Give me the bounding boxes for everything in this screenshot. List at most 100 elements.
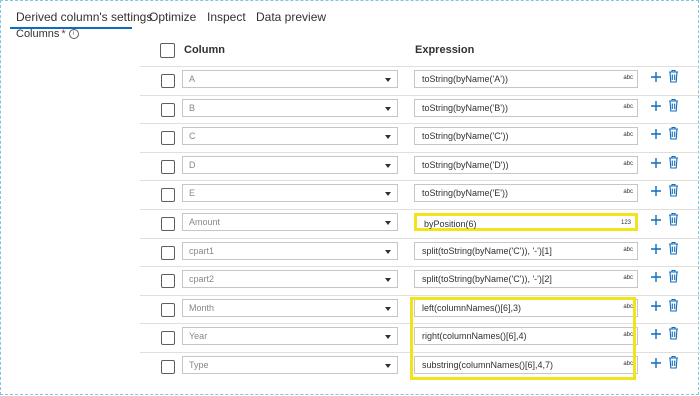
column-header: Column: [184, 44, 225, 56]
column-name-value: Type: [189, 360, 209, 370]
add-icon[interactable]: [650, 299, 662, 313]
row-checkbox[interactable]: [161, 274, 175, 289]
data-type-badge: abc: [623, 303, 633, 310]
column-name-dropdown[interactable]: Amount: [182, 213, 398, 231]
column-name-value: A: [189, 74, 196, 84]
table-header: Column Expression: [140, 36, 700, 64]
table-row: DtoString(byName('D')) abc: [140, 151, 700, 181]
delete-icon[interactable]: [668, 212, 679, 226]
column-name-value: E: [189, 188, 196, 199]
row-checkbox[interactable]: [161, 188, 175, 203]
expression-input[interactable]: right(columnNames()[6],4) abc: [414, 327, 638, 346]
chevron-down-icon: [385, 135, 391, 140]
chevron-down-icon: [385, 192, 391, 197]
column-name-dropdown[interactable]: Month: [182, 298, 398, 317]
select-all-checkbox[interactable]: [160, 43, 175, 58]
chevron-down-icon: [385, 364, 391, 368]
add-icon[interactable]: [650, 127, 662, 141]
column-name-dropdown[interactable]: cpart2: [182, 270, 398, 289]
info-icon[interactable]: i: [68, 29, 79, 39]
add-icon[interactable]: [650, 156, 662, 170]
row-checkbox[interactable]: [161, 302, 175, 317]
add-icon[interactable]: [650, 356, 662, 370]
expression-input[interactable]: toString(byName('B')) abc: [414, 98, 638, 117]
add-icon[interactable]: [650, 99, 662, 113]
row-checkbox[interactable]: [161, 74, 175, 88]
row-checkbox[interactable]: [161, 131, 175, 146]
expression-input[interactable]: toString(byName('D')) abc: [414, 155, 638, 174]
column-name-dropdown[interactable]: Type: [182, 356, 398, 374]
row-checkbox[interactable]: [161, 331, 175, 346]
column-name-dropdown[interactable]: D: [182, 155, 398, 174]
add-icon[interactable]: [650, 242, 662, 256]
column-name-dropdown[interactable]: C: [182, 127, 398, 146]
tab-optimize[interactable]: Optimize: [149, 10, 196, 24]
data-type-badge: abc: [623, 332, 633, 339]
add-icon[interactable]: [650, 184, 662, 198]
chevron-down-icon: [385, 106, 391, 111]
column-name-dropdown[interactable]: Year: [182, 327, 398, 346]
delete-icon[interactable]: [668, 241, 679, 255]
table-row: Type substring(columnNames()[6],4,7) abc: [140, 352, 700, 381]
delete-icon[interactable]: [668, 269, 679, 283]
data-type-badge: abc: [623, 132, 633, 139]
delete-icon[interactable]: [668, 355, 679, 369]
column-name-value: D: [189, 159, 196, 170]
expression-value: substring(columnNames()[6],4,7): [422, 360, 554, 370]
add-icon[interactable]: [650, 327, 662, 341]
expression-value: toString(byName('C')): [422, 131, 509, 142]
row-checkbox[interactable]: [161, 245, 175, 260]
chevron-down-icon: [385, 335, 391, 340]
delete-icon[interactable]: [668, 298, 679, 312]
column-name-value: cpart2: [189, 274, 215, 285]
row-checkbox[interactable]: [161, 360, 175, 374]
delete-icon[interactable]: [668, 98, 679, 112]
chevron-down-icon: [385, 221, 391, 225]
delete-icon[interactable]: [668, 155, 679, 169]
expression-input[interactable]: split(toString(byName('C')), '-')[2] abc: [414, 270, 638, 289]
tab-derived-column-settings[interactable]: Derived column's settings: [16, 10, 152, 24]
delete-icon[interactable]: [668, 69, 679, 83]
columns-label: Columns * i: [16, 28, 79, 40]
row-checkbox[interactable]: [161, 102, 175, 117]
add-icon[interactable]: [650, 213, 662, 227]
data-type-badge: abc: [623, 160, 633, 167]
table-row: BtoString(byName('B')) abc: [140, 94, 700, 124]
data-type-badge: abc: [623, 189, 633, 196]
expression-input[interactable]: left(columnNames()[6],3) abc: [414, 298, 638, 317]
expression-input[interactable]: split(toString(byName('C')), '-')[1] abc: [414, 241, 638, 260]
data-type-badge: abc: [623, 275, 633, 282]
expression-value: split(toString(byName('C')), '-')[1]: [422, 245, 552, 256]
expression-input[interactable]: toString(byName('C')) abc: [414, 127, 638, 146]
column-name-dropdown[interactable]: E: [182, 184, 398, 203]
columns-label-text: Columns: [16, 28, 60, 40]
column-name-value: Month: [189, 302, 215, 313]
delete-icon[interactable]: [668, 326, 679, 340]
table-row: AtoString(byName('A')) abc: [140, 66, 700, 95]
column-name-dropdown[interactable]: B: [182, 98, 398, 117]
column-name-value: Year: [189, 331, 208, 342]
tab-inspect[interactable]: Inspect: [207, 10, 246, 24]
column-name-dropdown[interactable]: A: [182, 70, 398, 88]
expression-header: Expression: [415, 44, 475, 56]
expression-input[interactable]: byPosition(6) 123: [414, 213, 638, 231]
expression-input[interactable]: toString(byName('E')) abc: [414, 184, 638, 203]
delete-icon[interactable]: [668, 126, 679, 140]
expression-value: toString(byName('A')): [422, 74, 508, 84]
row-checkbox[interactable]: [161, 217, 175, 231]
table-row: cpart2 split(toString(byName('C')), '-')[…: [140, 266, 700, 295]
add-icon[interactable]: [650, 270, 662, 284]
add-icon[interactable]: [650, 70, 662, 84]
table-row: EtoString(byName('E')) abc: [140, 180, 700, 209]
chevron-down-icon: [385, 278, 391, 283]
column-name-dropdown[interactable]: cpart1: [182, 241, 398, 260]
expression-value: right(columnNames()[6],4): [422, 331, 527, 342]
row-checkbox[interactable]: [161, 159, 175, 174]
expression-input[interactable]: toString(byName('A')) abc: [414, 70, 638, 88]
expression-input[interactable]: substring(columnNames()[6],4,7) abc: [414, 356, 638, 374]
table-row: Month left(columnNames()[6],3) abc: [140, 294, 700, 324]
column-name-value: B: [189, 102, 196, 113]
tab-bar: Derived column's settings Optimize Inspe…: [0, 0, 700, 30]
tab-data-preview[interactable]: Data preview: [256, 10, 326, 24]
delete-icon[interactable]: [668, 183, 679, 197]
